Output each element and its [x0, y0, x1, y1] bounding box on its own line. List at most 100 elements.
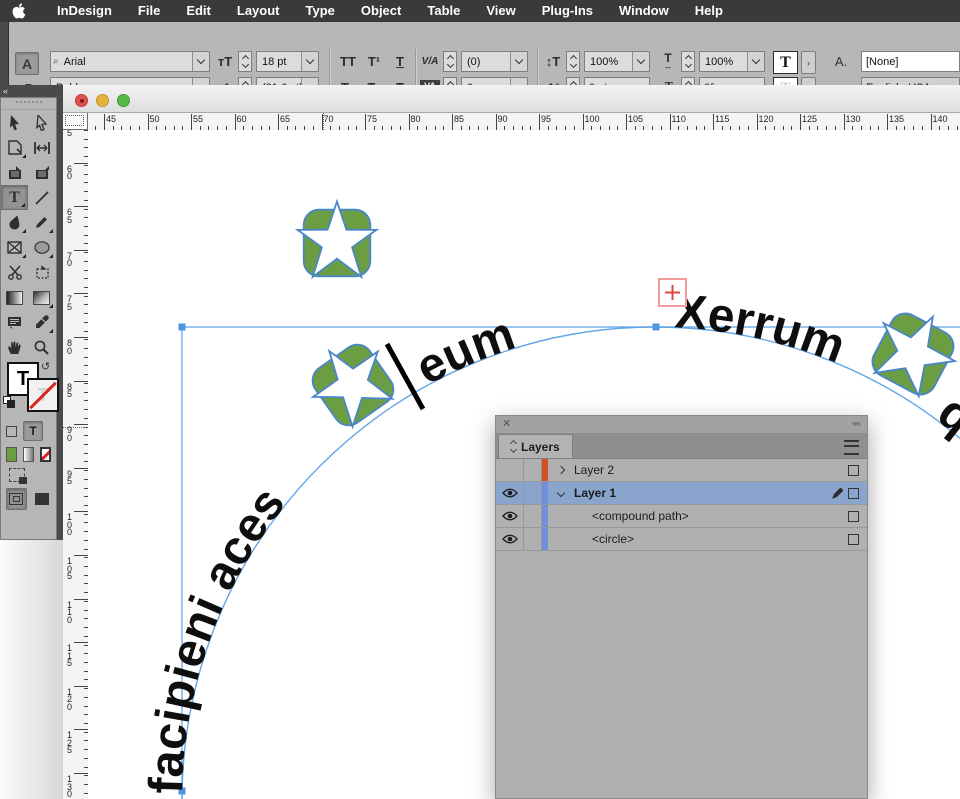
- layer-name[interactable]: Layer 1: [574, 486, 826, 500]
- item-name[interactable]: <circle>: [574, 532, 826, 546]
- lock-cell[interactable]: [524, 459, 542, 481]
- path-text-segment[interactable]: Xerrum: [673, 285, 852, 373]
- item-name[interactable]: <compound path>: [574, 509, 826, 523]
- apply-gradient-button[interactable]: [22, 447, 34, 462]
- kerning-stepper[interactable]: [443, 51, 457, 72]
- font-size-combo[interactable]: 18 pt: [256, 51, 319, 72]
- font-family-combo[interactable]: ⌕ Arial: [50, 51, 210, 72]
- font-size-stepper[interactable]: [238, 51, 252, 72]
- vertical-scale-combo[interactable]: 100%: [584, 51, 650, 72]
- formatting-affects-container-button[interactable]: [6, 425, 17, 437]
- tool-hand[interactable]: [1, 335, 28, 360]
- tool-note[interactable]: [1, 310, 28, 335]
- apple-icon[interactable]: [12, 3, 26, 19]
- horizontal-scale-stepper[interactable]: [681, 51, 695, 72]
- collapse-panel-icon[interactable]: «: [3, 86, 8, 96]
- eye-icon[interactable]: [501, 511, 518, 521]
- menu-plugins[interactable]: Plug-Ins: [529, 0, 606, 22]
- star-compound-path[interactable]: [860, 296, 960, 405]
- lock-cell[interactable]: [524, 482, 542, 504]
- menu-table[interactable]: Table: [414, 0, 473, 22]
- fill-more-button[interactable]: ›: [801, 51, 816, 74]
- visibility-cell[interactable]: [496, 528, 524, 550]
- menu-window[interactable]: Window: [606, 0, 682, 22]
- fill-color-button[interactable]: T: [773, 51, 798, 74]
- layer-row-layer1[interactable]: Layer 1: [496, 482, 867, 505]
- menu-object[interactable]: Object: [348, 0, 414, 22]
- window-title-bar[interactable]: [63, 85, 960, 113]
- tool-gap[interactable]: [28, 135, 55, 160]
- tool-page[interactable]: [1, 135, 28, 160]
- tool-free-transform[interactable]: [28, 260, 55, 285]
- menu-edit[interactable]: Edit: [173, 0, 224, 22]
- superscript-button[interactable]: T¹: [364, 51, 384, 72]
- tool-line[interactable]: [28, 185, 55, 210]
- handle-top-left[interactable]: [178, 323, 186, 331]
- visibility-cell[interactable]: [496, 482, 524, 504]
- layer-name[interactable]: Layer 2: [574, 463, 826, 477]
- target-box[interactable]: [848, 510, 859, 522]
- tool-gradient-feather[interactable]: [28, 285, 55, 310]
- eye-icon[interactable]: [501, 488, 518, 498]
- lock-cell[interactable]: [524, 505, 542, 527]
- tool-gradient[interactable]: [1, 285, 28, 310]
- character-formatting-button[interactable]: A: [15, 52, 39, 75]
- tool-ellipse[interactable]: [28, 235, 55, 260]
- chevron-down-icon[interactable]: [632, 52, 649, 71]
- path-text-segment[interactable]: eum: [408, 307, 522, 395]
- tool-direct-selection[interactable]: [28, 110, 55, 135]
- panel-menu-icon[interactable]: [844, 440, 859, 455]
- visibility-cell[interactable]: [496, 459, 524, 481]
- chevron-down-icon[interactable]: [192, 52, 209, 71]
- collapse-layer-icon[interactable]: [548, 488, 574, 499]
- vertical-ruler[interactable]: 5 5 6 0 6 5 7 0 7 5 8 0 8 5 9 0 9 5 1 0 0 1 0 5 1 1…: [63, 130, 89, 799]
- screen-mode-preview-button[interactable]: [33, 489, 52, 509]
- panel-drag-grip[interactable]: [1, 98, 56, 110]
- kerning-combo[interactable]: (0): [461, 51, 528, 72]
- tool-pen[interactable]: [1, 210, 28, 235]
- apply-color-button[interactable]: [6, 447, 17, 462]
- lock-cell[interactable]: [524, 528, 542, 550]
- tool-pencil[interactable]: [28, 210, 55, 235]
- horizontal-scale-combo[interactable]: 100%: [699, 51, 765, 72]
- path-text-segment[interactable]: q: [928, 385, 960, 445]
- overset-text-port[interactable]: [658, 278, 687, 307]
- menu-indesign[interactable]: InDesign: [44, 0, 125, 22]
- tab-layers[interactable]: Layers: [498, 434, 573, 458]
- horizontal-ruler[interactable]: 45 50 55 60 65 70 75 80 85 90 95 100 105 110 115 120 125…: [88, 113, 960, 131]
- all-caps-button[interactable]: TT: [336, 51, 360, 72]
- layer-row-layer2[interactable]: Layer 2: [496, 459, 867, 482]
- handle-top-center[interactable]: [652, 323, 660, 331]
- target-box[interactable]: [848, 487, 859, 499]
- tool-type[interactable]: T: [1, 185, 28, 210]
- underline-button[interactable]: T: [392, 51, 408, 72]
- apply-none-button[interactable]: [39, 447, 51, 462]
- tool-scissors[interactable]: [1, 260, 28, 285]
- chevron-down-icon[interactable]: [510, 52, 527, 71]
- character-style-field[interactable]: [None]: [861, 51, 960, 72]
- target-box[interactable]: [848, 533, 859, 545]
- collapse-icon[interactable]: ««: [852, 418, 861, 428]
- default-fill-stroke-icon[interactable]: [3, 396, 15, 408]
- menu-help[interactable]: Help: [682, 0, 736, 22]
- minimize-window-button[interactable]: [96, 94, 109, 107]
- target-box[interactable]: [848, 464, 859, 476]
- tool-content-collector[interactable]: [1, 160, 28, 185]
- tool-selection[interactable]: [1, 110, 28, 135]
- control-panel-grip[interactable]: [0, 22, 9, 85]
- menu-view[interactable]: View: [473, 0, 528, 22]
- eye-icon[interactable]: [501, 534, 518, 544]
- tool-content-placer[interactable]: [28, 160, 55, 185]
- chevron-down-icon[interactable]: [747, 52, 764, 71]
- stroke-swatch[interactable]: T: [27, 378, 59, 412]
- tool-eyedropper[interactable]: [28, 310, 55, 335]
- screen-mode-normal-button[interactable]: [6, 488, 27, 510]
- menu-file[interactable]: File: [125, 0, 173, 22]
- tool-zoom[interactable]: [28, 335, 55, 360]
- layers-panel-header[interactable]: ✕ ««: [496, 416, 867, 434]
- swap-fill-stroke-icon[interactable]: ↺: [41, 360, 50, 373]
- close-icon[interactable]: ✕: [502, 417, 511, 430]
- menu-layout[interactable]: Layout: [224, 0, 293, 22]
- ruler-origin-box[interactable]: [63, 113, 88, 130]
- layer-item-compound-path[interactable]: <compound path>: [496, 505, 867, 528]
